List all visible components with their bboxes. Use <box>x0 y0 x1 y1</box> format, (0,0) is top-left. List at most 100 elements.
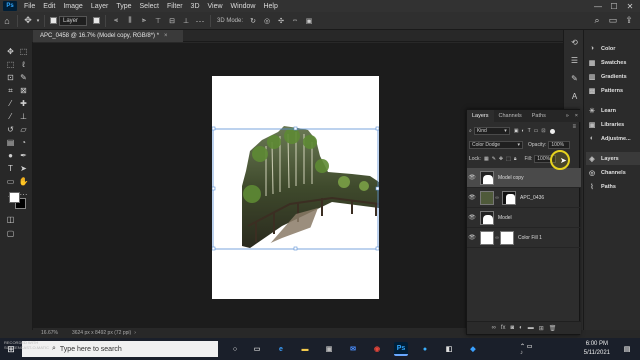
layer-mask-thumbnail[interactable] <box>502 190 516 205</box>
store-icon[interactable]: ▣ <box>322 342 336 356</box>
link-icon[interactable]: ∞ <box>495 235 499 241</box>
chrome-icon[interactable]: ◉ <box>370 342 384 356</box>
taskbar-search-box[interactable]: ⌕ Type here to search <box>22 341 218 357</box>
filter-type-icon[interactable]: T <box>528 128 531 134</box>
eraser-tool-icon[interactable]: ▱ <box>18 124 29 135</box>
panel-paths[interactable]: ⌇ Paths <box>586 180 640 193</box>
layer-mask-thumbnail[interactable] <box>500 230 514 245</box>
more-options-icon[interactable]: ··· <box>193 14 207 28</box>
brush-tool-icon[interactable]: ⁄ <box>5 111 16 122</box>
folder-icon[interactable]: ▬ <box>528 325 534 331</box>
gradient-tool-icon[interactable]: ▤ <box>5 137 16 148</box>
link-icon[interactable]: ∞ <box>495 195 499 201</box>
layer-name[interactable]: Model copy <box>498 175 524 181</box>
document-canvas[interactable] <box>212 76 379 299</box>
layer-name[interactable]: Model <box>498 215 512 221</box>
panel-swatches[interactable]: ▦ Swatches <box>586 56 640 69</box>
maximize-button[interactable]: ☐ <box>606 0 622 12</box>
character-panel-icon[interactable]: A <box>568 90 581 103</box>
pen-tool-icon[interactable]: ✒ <box>18 150 29 161</box>
filter-adjustment-icon[interactable]: ◐ <box>522 128 525 134</box>
3d-rotate-icon[interactable]: ↻ <box>246 14 260 28</box>
task-view-icon[interactable]: ▭ <box>250 342 264 356</box>
auto-select-checkbox[interactable] <box>50 17 57 24</box>
panel-layers[interactable]: ◈ Layers <box>586 152 640 165</box>
search-icon[interactable]: ⌕ <box>590 14 604 28</box>
trash-icon[interactable]: 🗑︎ <box>549 325 557 332</box>
panel-libraries[interactable]: ▣ Libraries <box>586 118 640 131</box>
properties-panel-icon[interactable]: ☰ <box>568 54 581 67</box>
filter-shape-icon[interactable]: ▭ <box>534 128 539 134</box>
opacity-input[interactable]: 100% <box>548 141 571 149</box>
path-select-tool-icon[interactable]: ➤ <box>18 163 29 174</box>
panel-color[interactable]: ◑ Color <box>586 42 640 55</box>
home-icon[interactable]: ⌂ <box>0 14 14 28</box>
lock-artboard-icon[interactable]: ⬚ <box>506 156 511 162</box>
menu-3d[interactable]: 3D <box>187 3 204 10</box>
fx-icon[interactable]: fx <box>501 325 506 331</box>
zoom-level[interactable]: 16.67% <box>41 330 58 336</box>
align-center-icon[interactable]: ⫼ <box>123 14 137 28</box>
menu-layer[interactable]: Layer <box>87 3 113 10</box>
lock-transparent-icon[interactable]: ▦ <box>484 156 489 162</box>
new-layer-icon[interactable]: ⊞ <box>539 325 544 332</box>
type-tool-icon[interactable]: T <box>5 163 16 174</box>
clone-stamp-tool-icon[interactable]: ⊥ <box>18 111 29 122</box>
show-transform-checkbox[interactable] <box>93 17 100 24</box>
quick-select-tool-icon[interactable]: ✎ <box>18 72 29 83</box>
layer-name[interactable]: APC_0436 <box>520 195 544 201</box>
3d-slide-icon[interactable]: ⇔ <box>288 14 302 28</box>
visibility-eye-icon[interactable]: 👁︎ <box>467 214 477 221</box>
move-tool-icon[interactable]: ✥ <box>21 14 35 28</box>
panel-gradients[interactable]: ▥ Gradients <box>586 70 640 83</box>
close-window-button[interactable]: ✕ <box>622 0 638 12</box>
close-tab-button[interactable]: × <box>164 33 168 39</box>
3d-roll-icon[interactable]: ◎ <box>260 14 274 28</box>
collapse-panel-icon[interactable]: » <box>563 110 572 122</box>
menu-image[interactable]: Image <box>59 3 86 10</box>
align-middle-icon[interactable]: ⊟ <box>165 14 179 28</box>
visibility-eye-icon[interactable]: 👁︎ <box>467 174 477 181</box>
filter-pixel-icon[interactable]: ▣ <box>514 128 519 134</box>
panel-channels[interactable]: ◎ Channels <box>586 166 640 179</box>
menu-filter[interactable]: Filter <box>163 3 187 10</box>
3d-pan-icon[interactable]: ✣ <box>274 14 288 28</box>
menu-window[interactable]: Window <box>227 3 260 10</box>
layer-row-color-fill-1[interactable]: 👁︎ ∞ Color Fill 1 <box>467 228 581 248</box>
menu-type[interactable]: Type <box>112 3 135 10</box>
rectangle-tool-icon[interactable]: ▭ <box>5 176 16 187</box>
crop-tool-icon[interactable]: ⌗ <box>5 85 16 96</box>
auto-select-target-select[interactable]: Layer <box>59 15 87 26</box>
app-icon-2[interactable]: ◆ <box>466 342 480 356</box>
mail-icon[interactable]: ✉ <box>346 342 360 356</box>
system-tray-icons[interactable]: ⌃ ▭ ♪ <box>520 342 534 356</box>
tab-layers[interactable]: Layers <box>467 110 494 122</box>
layer-row-apc-0436[interactable]: 👁︎ ∞ APC_0436 <box>467 188 581 208</box>
lock-position-icon[interactable]: ✥ <box>499 156 503 162</box>
document-info[interactable]: 3624 px x 8492 px (72 ppi) <box>72 330 131 336</box>
mask-icon[interactable]: ◙ <box>511 325 515 331</box>
tab-channels[interactable]: Channels <box>494 110 527 122</box>
lock-all-icon[interactable]: 🔒︎ <box>514 156 517 162</box>
adjustment-icon[interactable]: ◐ <box>519 325 523 331</box>
taskbar-clock[interactable]: 6:00 PM 5/11/2021 <box>584 340 610 358</box>
lock-image-icon[interactable]: ✎ <box>492 156 496 162</box>
workspace-icon[interactable]: ▭ <box>606 14 620 28</box>
recorder-icon[interactable]: ● <box>418 342 432 356</box>
align-bottom-icon[interactable]: ⊥ <box>179 14 193 28</box>
visibility-eye-icon[interactable]: 👁︎ <box>467 234 477 241</box>
layer-row-model-copy[interactable]: 👁︎ Model copy <box>467 168 581 188</box>
align-right-icon[interactable]: ⫸ <box>137 14 151 28</box>
lasso-tool-icon[interactable]: ℓ <box>18 59 29 70</box>
foreground-color-swatch-front[interactable] <box>9 192 20 203</box>
link-icon[interactable]: ∞ <box>492 325 496 331</box>
move-tool-icon[interactable]: ✥ <box>5 46 16 57</box>
chevron-down-icon[interactable]: ▾ <box>35 14 41 28</box>
object-select-tool-icon[interactable]: ⊡ <box>5 72 16 83</box>
visibility-eye-icon[interactable]: 👁︎ <box>467 194 477 201</box>
minimize-button[interactable]: — <box>590 0 606 12</box>
layer-row-model[interactable]: 👁︎ Model <box>467 208 581 228</box>
hand-tool-icon[interactable]: ✋ <box>18 176 29 187</box>
frame-tool-icon[interactable]: ⊠ <box>18 85 29 96</box>
blur-tool-icon[interactable]: ◔ <box>18 137 29 148</box>
